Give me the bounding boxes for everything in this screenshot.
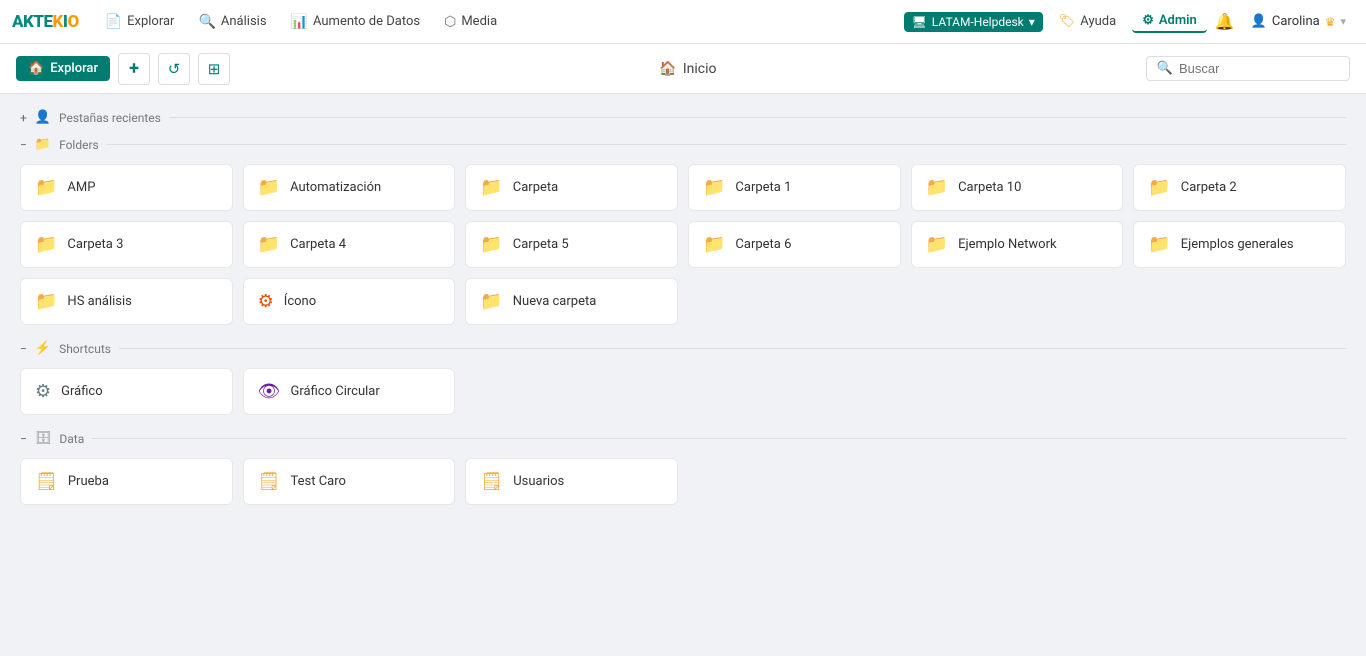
main-content: + 👤 Pestañas recientes − 📁 Folders 📁 AMP…: [0, 94, 1366, 656]
folder-icon: 📁: [1148, 234, 1170, 255]
folder-icon: 📁: [258, 177, 280, 198]
workspace-selector[interactable]: 🖥 LATAM-Helpdesk ▾: [904, 12, 1043, 32]
user-icon: 👤: [1251, 14, 1267, 29]
section-recent: + 👤 Pestañas recientes: [20, 110, 1346, 125]
user-chevron-icon: ▾: [1340, 15, 1346, 28]
data-file-icon: 🗒: [35, 471, 58, 492]
folder-automatizacion[interactable]: 📁 Automatización: [243, 164, 456, 211]
shortcuts-icon: ⚡: [35, 341, 51, 356]
folder-section-icon: 📁: [35, 137, 51, 152]
folder-icon: 📁: [703, 234, 725, 255]
home-title: 🏠 Inicio: [238, 61, 1138, 77]
nav-explorar[interactable]: 📄 Explorar: [95, 9, 185, 35]
doc-icon: 📄: [105, 14, 122, 30]
section-divider: [92, 438, 1346, 439]
crown-icon: ♛: [1325, 15, 1336, 29]
explorer-tab[interactable]: 🏠 Explorar: [16, 56, 110, 81]
top-navigation: AKTEKIO 📄 Explorar 🔍 Análisis 📊 Aumento …: [0, 0, 1366, 44]
explorer-bar: 🏠 Explorar + ↺ ⊞ 🏠 Inicio 🔍: [0, 44, 1366, 94]
data-prueba[interactable]: 🗒 Prueba: [20, 458, 233, 505]
section-divider: [169, 117, 1346, 118]
data-toggle[interactable]: −: [20, 432, 27, 446]
folder-icon: 📁: [1148, 177, 1170, 198]
app-logo: AKTEKIO: [12, 12, 79, 32]
nav-aumento[interactable]: 📊 Aumento de Datos: [281, 9, 431, 35]
shortcuts-toggle[interactable]: −: [20, 342, 27, 356]
folder-icon: 📁: [35, 234, 57, 255]
shortcut-grafico-circular[interactable]: 👁 Gráfico Circular: [243, 368, 456, 415]
folder-icon: 📁: [35, 177, 57, 198]
folders-grid: 📁 AMP 📁 Automatización 📁 Carpeta 📁 Carpe…: [20, 164, 1346, 325]
layout-button[interactable]: ⊞: [198, 53, 230, 85]
folder-icon: 📁: [480, 177, 502, 198]
settings-icon: ⚙: [258, 291, 274, 312]
recent-toggle[interactable]: +: [20, 111, 27, 125]
help-icon: 🏷: [1059, 14, 1076, 29]
folder-icon: 📁: [703, 177, 725, 198]
folder-carpeta4[interactable]: 📁 Carpeta 4: [243, 221, 456, 268]
folder-carpeta6[interactable]: 📁 Carpeta 6: [688, 221, 901, 268]
grid-layout-icon: ⊞: [208, 60, 221, 78]
section-data: − 🗄 Data: [20, 431, 1346, 446]
recent-icon: 👤: [35, 110, 51, 125]
folder-ejemplo-network[interactable]: 📁 Ejemplo Network: [911, 221, 1124, 268]
settings-icon: ⚙: [35, 381, 51, 402]
user-menu[interactable]: 👤 Carolina ♛ ▾: [1243, 11, 1354, 32]
section-folders: − 📁 Folders: [20, 137, 1346, 152]
eye-icon: 👁: [258, 381, 281, 402]
data-icon: 🗄: [35, 431, 52, 446]
data-file-icon: 🗒: [258, 471, 281, 492]
folder-amp[interactable]: 📁 AMP: [20, 164, 233, 211]
refresh-icon: ↺: [168, 60, 181, 78]
folder-carpeta[interactable]: 📁 Carpeta: [465, 164, 678, 211]
folder-carpeta1[interactable]: 📁 Carpeta 1: [688, 164, 901, 211]
nav-analisis[interactable]: 🔍 Análisis: [188, 9, 276, 35]
refresh-button[interactable]: ↺: [158, 53, 190, 85]
folder-ejemplos-generales[interactable]: 📁 Ejemplos generales: [1133, 221, 1346, 268]
section-shortcuts: − ⚡ Shortcuts: [20, 341, 1346, 356]
nav-right-section: 🖥 LATAM-Helpdesk ▾ 🏷 Ayuda ⚙ Admin 🔔 👤 C…: [904, 10, 1354, 33]
data-test-caro[interactable]: 🗒 Test Caro: [243, 458, 456, 505]
admin-settings-icon: ⚙: [1142, 13, 1154, 28]
section-divider: [119, 348, 1346, 349]
data-augment-icon: 📊: [291, 14, 308, 30]
folder-icon: 📁: [35, 291, 57, 312]
help-button[interactable]: 🏷 Ayuda: [1051, 11, 1124, 32]
home-nav-icon: 🏠: [28, 61, 44, 76]
shortcut-grafico[interactable]: ⚙ Gráfico: [20, 368, 233, 415]
folder-icon: 📁: [258, 234, 280, 255]
data-file-icon: 🗒: [480, 471, 503, 492]
search-input[interactable]: [1179, 61, 1339, 76]
admin-button[interactable]: ⚙ Admin: [1132, 10, 1207, 33]
add-button[interactable]: +: [118, 53, 150, 85]
plus-icon: +: [129, 58, 139, 79]
folder-icon: 📁: [926, 177, 948, 198]
section-divider: [107, 144, 1346, 145]
chevron-down-icon: ▾: [1029, 15, 1035, 29]
analysis-icon: 🔍: [198, 14, 215, 30]
nav-media[interactable]: ⬡ Media: [434, 9, 507, 35]
folder-carpeta2[interactable]: 📁 Carpeta 2: [1133, 164, 1346, 211]
folder-icon: 📁: [480, 291, 502, 312]
home-icon: 🏠: [659, 61, 676, 77]
search-icon: 🔍: [1157, 61, 1173, 76]
shortcuts-grid: ⚙ Gráfico 👁 Gráfico Circular: [20, 368, 1346, 415]
folder-icon: 📁: [480, 234, 502, 255]
search-box[interactable]: 🔍: [1146, 56, 1350, 81]
folder-carpeta5[interactable]: 📁 Carpeta 5: [465, 221, 678, 268]
folders-toggle[interactable]: −: [20, 138, 27, 152]
folder-carpeta10[interactable]: 📁 Carpeta 10: [911, 164, 1124, 211]
notifications-bell[interactable]: 🔔: [1215, 12, 1235, 31]
folder-icono[interactable]: ⚙ Ícono: [243, 278, 456, 325]
folder-carpeta3[interactable]: 📁 Carpeta 3: [20, 221, 233, 268]
folder-hs-analisis[interactable]: 📁 HS análisis: [20, 278, 233, 325]
folder-icon: 📁: [926, 234, 948, 255]
workspace-icon: 🖥: [912, 15, 927, 29]
data-grid: 🗒 Prueba 🗒 Test Caro 🗒 Usuarios: [20, 458, 1346, 505]
media-icon: ⬡: [444, 14, 456, 30]
data-usuarios[interactable]: 🗒 Usuarios: [465, 458, 678, 505]
folder-nueva-carpeta[interactable]: 📁 Nueva carpeta: [465, 278, 678, 325]
